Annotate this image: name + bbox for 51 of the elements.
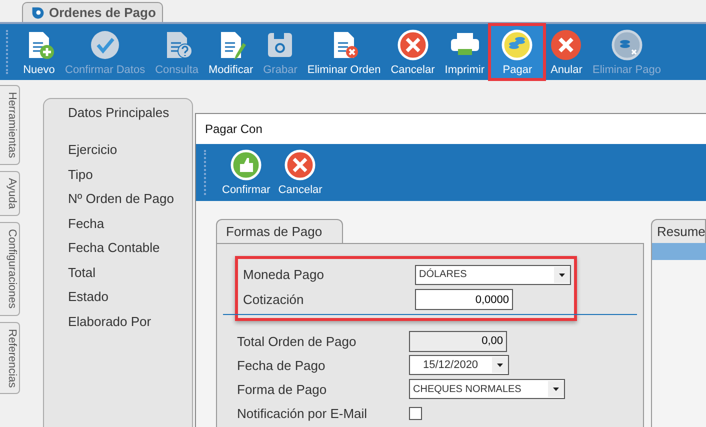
side-tab[interactable]: Herramientas — [0, 85, 20, 166]
cancel-icon — [284, 149, 316, 181]
caret-icon — [554, 266, 570, 284]
checkmark-circle-icon — [89, 28, 122, 60]
checkbox[interactable] — [409, 406, 422, 420]
tab-title: Ordenes de Pago — [49, 5, 156, 20]
toolbar-button[interactable]: Nuevo — [18, 24, 60, 80]
panel-tab[interactable]: Datos Principales — [68, 105, 192, 120]
coins-x-icon — [610, 28, 643, 60]
field-label: Nº Orden de Pago — [68, 191, 175, 208]
cancel-icon — [396, 28, 429, 60]
field-label: Cotización — [243, 292, 305, 307]
field-label: Fecha — [68, 216, 106, 232]
field-label: Total — [68, 264, 96, 282]
header-bar — [651, 243, 706, 260]
field-label: Fecha de Pago — [237, 358, 326, 372]
logo-icon — [31, 6, 45, 20]
side-tab[interactable]: Configuraciones — [0, 222, 20, 316]
panel-tab[interactable]: Resume — [651, 219, 706, 243]
thumbs-up-icon — [230, 149, 262, 181]
app-tab[interactable]: Ordenes de Pago — [22, 2, 163, 22]
number-field[interactable]: 0,0000 — [415, 289, 513, 310]
dropdown-field[interactable]: CHEQUES NORMALES — [409, 379, 565, 399]
toolbar-button[interactable]: Anular — [545, 24, 588, 80]
toolbar-button[interactable]: Imprimir — [440, 24, 490, 80]
toolbar-button[interactable]: Confirmar — [220, 144, 272, 201]
cancel-icon — [550, 28, 582, 60]
toolbar-button[interactable]: Cancelar — [276, 144, 324, 201]
field-label: Estado — [68, 289, 110, 306]
dialog-title: Pagar Con — [196, 114, 706, 144]
toolbar-button[interactable]: Eliminar Orden — [302, 24, 386, 80]
caret-icon — [548, 380, 564, 398]
form-tab[interactable]: Formas de Pago — [216, 219, 344, 243]
side-tab[interactable]: Referencias — [0, 322, 20, 394]
field-label: Tipo — [68, 166, 94, 184]
toolbar-button[interactable]: Pagar — [489, 24, 546, 80]
dropdown-field[interactable]: DÓLARES — [415, 264, 571, 284]
toolbar-button[interactable]: Modificar — [204, 24, 258, 80]
date-field[interactable]: 15/12/2020 — [409, 355, 509, 375]
side-tab[interactable]: Ayuda — [0, 171, 20, 216]
field-label: Total Orden de Pago — [237, 334, 358, 348]
number-field[interactable]: 0,00 — [409, 330, 507, 352]
field-label: Moneda Pago — [243, 267, 325, 282]
field-label: Ejercicio — [68, 142, 118, 159]
field-label: Fecha Contable — [68, 240, 161, 257]
caret-icon — [492, 356, 508, 374]
field-label: Elaborado Por — [68, 314, 152, 330]
field-label: Forma de Pago — [237, 382, 328, 396]
coins-icon — [501, 28, 534, 60]
field-label: Notificación por E-Mail — [237, 406, 368, 420]
toolbar-button[interactable]: Cancelar — [386, 24, 440, 80]
